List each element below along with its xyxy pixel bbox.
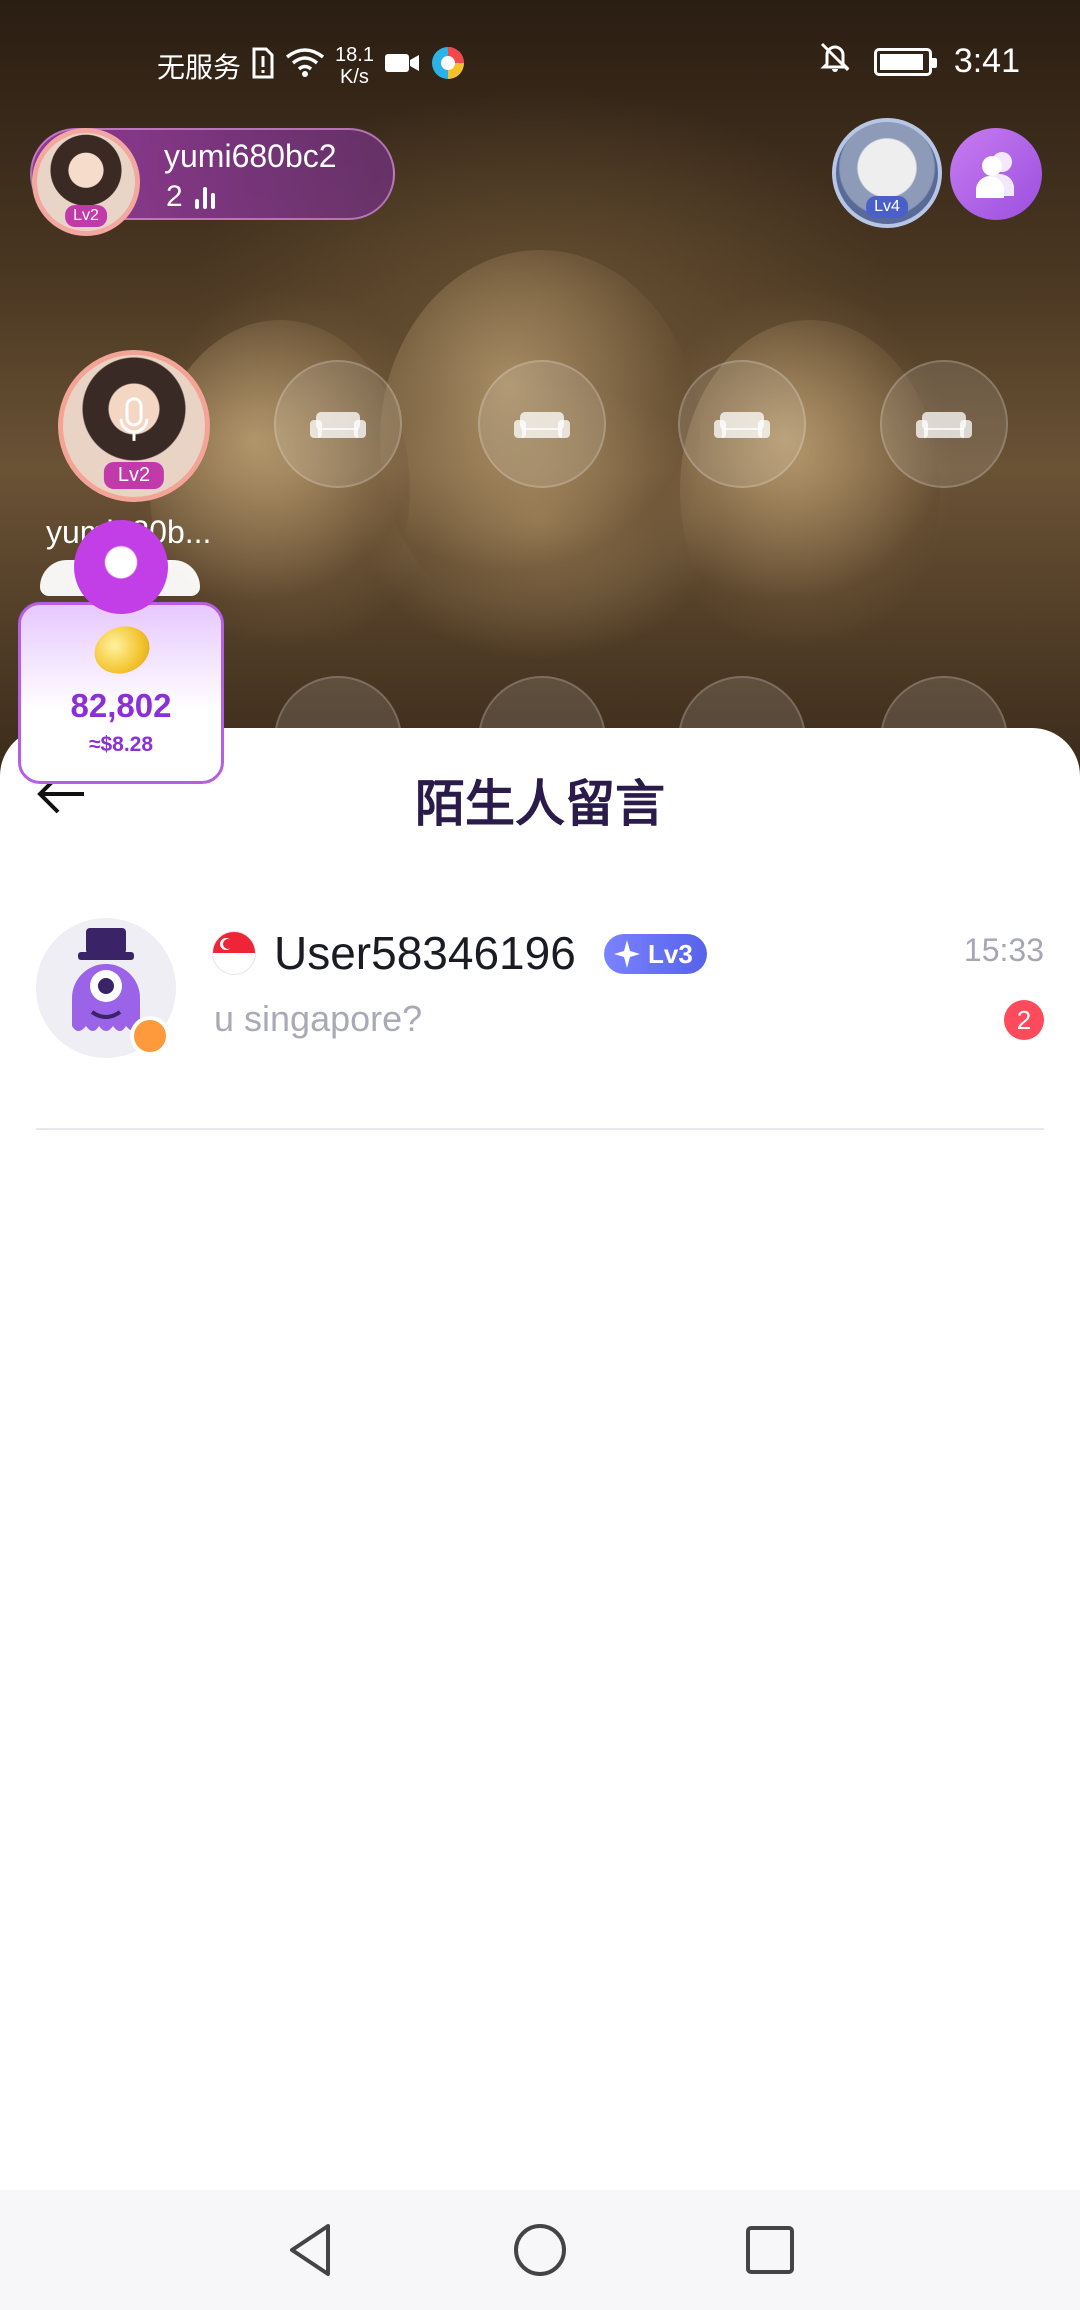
host-name: yumi680bc2 [164, 138, 337, 174]
sofa-icon [514, 412, 570, 438]
singapore-flag-icon [212, 931, 256, 975]
sim-alert-icon [251, 47, 275, 86]
sofa-icon [714, 412, 770, 438]
coin-icon [87, 618, 157, 682]
sender-level-text: Lv3 [648, 939, 693, 969]
empty-seat[interactable] [274, 360, 402, 488]
message-list-item[interactable]: User58346196 Lv3 15:33 u singapore? 2 [0, 918, 1080, 1058]
sofa-icon [310, 412, 366, 438]
message-preview: u singapore? [214, 998, 423, 1039]
mute-bell-icon [818, 40, 852, 83]
coin-reward-widget[interactable]: 82,802 ≈$8.28 [18, 602, 224, 784]
empty-seat[interactable] [880, 360, 1008, 488]
video-camera-icon [384, 50, 420, 83]
app-notification-icon [430, 45, 466, 88]
mascot-icon [74, 520, 168, 614]
status-bar: 无服务 18.1 K/s 3:41 [0, 0, 1080, 120]
unread-count-badge: 2 [1004, 1000, 1044, 1040]
empty-seat[interactable] [478, 360, 606, 488]
speed-value: 18.1 [335, 44, 374, 66]
network-speed: 18.1 K/s [335, 44, 374, 88]
triangle-back-icon [290, 2224, 330, 2276]
coin-usd-value: ≈$8.28 [88, 733, 154, 756]
nav-back-button[interactable] [278, 2218, 342, 2282]
system-navigation-bar [0, 2190, 1080, 2310]
message-time: 15:33 [963, 932, 1044, 968]
microphone-icon [117, 397, 151, 450]
online-members-button[interactable] [950, 128, 1042, 220]
room-rank-badge[interactable]: Lv4 [832, 118, 942, 228]
circle-home-icon [514, 2224, 566, 2276]
host-avatar[interactable]: Lv2 [32, 128, 140, 236]
host-level-badge: Lv2 [65, 205, 107, 227]
clock: 3:41 [953, 42, 1020, 80]
list-divider [36, 1128, 1044, 1130]
users-icon [976, 152, 1014, 198]
audio-bars-icon [194, 185, 215, 209]
nav-home-button[interactable] [508, 2218, 572, 2282]
listener-count: 2 [166, 180, 215, 214]
rank-level-label: Lv4 [866, 196, 908, 218]
nav-recents-button[interactable] [738, 2218, 802, 2282]
stranger-messages-sheet: 陌生人留言 User58346196 Lv3 15:33 u singapore… [0, 728, 1080, 2310]
speed-unit: K/s [340, 66, 369, 88]
seat-host-level: Lv2 [103, 462, 165, 489]
battery-icon [873, 47, 937, 76]
host-seat[interactable]: Lv2 [58, 350, 210, 502]
carrier-label: 无服务 [157, 52, 242, 83]
host-info-pill[interactable]: Lv2 yumi680bc2 2 [30, 128, 395, 236]
sender-level-badge: Lv3 [604, 934, 707, 974]
empty-seat[interactable] [678, 360, 806, 488]
online-status-dot [130, 1016, 170, 1056]
coin-amount: 82,802 [70, 687, 172, 724]
sofa-icon [916, 412, 972, 438]
listener-count-value: 2 [166, 180, 183, 213]
sparkle-icon [614, 940, 640, 968]
sender-name: User58346196 [274, 927, 576, 979]
wifi-icon [285, 47, 325, 86]
square-recents-icon [746, 2226, 794, 2274]
